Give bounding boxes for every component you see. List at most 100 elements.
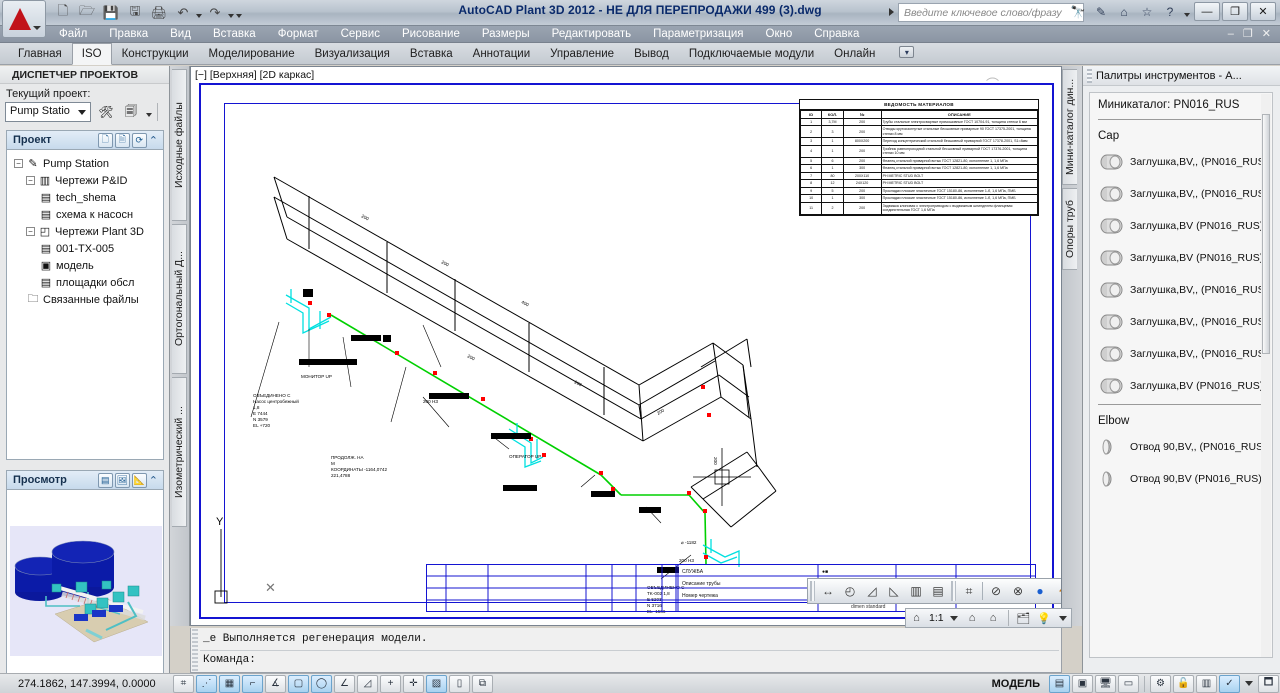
tree-node-001-tx-005[interactable]: ▤ 001-TX-005: [10, 240, 160, 257]
workspace-dropdown-icon[interactable]: [1059, 616, 1067, 621]
selection-cycling-icon[interactable]: ⧉: [472, 675, 493, 693]
menu-item-window[interactable]: Окно: [755, 26, 804, 43]
refresh-icon[interactable]: ⟳: [132, 133, 147, 148]
grid-display-icon[interactable]: ▦: [219, 675, 240, 693]
tree-node-shema-k-nasosn[interactable]: ▤ схема к насосн: [10, 206, 160, 223]
tab-output[interactable]: Вывод: [624, 43, 679, 65]
command-line-grip[interactable]: [192, 629, 198, 671]
object-snap-icon[interactable]: ▢: [288, 675, 309, 693]
add-drawing-icon[interactable]: 🗎: [115, 133, 130, 148]
list-item[interactable]: Заглушка,BV,, (PN016_RUS): [1090, 306, 1272, 338]
search-input[interactable]: Введите ключевое слово/фразу: [898, 3, 1084, 22]
list-item[interactable]: Заглушка,BV (PN016_RUS): [1090, 210, 1272, 242]
snap-mode-icon[interactable]: ⋰: [196, 675, 217, 693]
ortho-mode-icon[interactable]: ⌐: [242, 675, 263, 693]
open-icon[interactable]: 🗁: [76, 3, 98, 24]
annotation-visibility-icon[interactable]: ⌂: [962, 609, 983, 627]
save-as-icon[interactable]: 🖫: [124, 3, 146, 24]
model-layout-icon[interactable]: ▤: [1049, 675, 1070, 693]
details-view-icon[interactable]: ▤: [98, 473, 113, 488]
tab-insert[interactable]: Вставка: [400, 43, 463, 65]
clean-screen-icon[interactable]: 🗖: [1258, 675, 1279, 693]
help-dropdown-icon[interactable]: [1184, 13, 1190, 17]
status-dropdown-icon[interactable]: [1245, 681, 1253, 686]
tool-palettes-header[interactable]: Палитры инструментов - А...: [1083, 66, 1280, 86]
angular-dimension-icon[interactable]: ◿: [861, 580, 883, 602]
menu-item-edit[interactable]: Правка: [98, 26, 159, 43]
quick-view-drawings-icon[interactable]: 🖥: [1095, 675, 1116, 693]
list-item[interactable]: Заглушка,BV (PN016_RUS): [1090, 370, 1272, 402]
scroll-thumb[interactable]: [1262, 114, 1270, 354]
no-shade-icon[interactable]: ⊘: [985, 580, 1007, 602]
menu-item-format[interactable]: Формат: [267, 26, 330, 43]
current-project-select[interactable]: Pump Statio: [5, 102, 91, 122]
undo-dropdown-icon[interactable]: [196, 14, 202, 18]
tree-node-ploshchadki[interactable]: ▤ площадки обсл: [10, 274, 160, 291]
document-window-controls[interactable]: – ❐ ✕: [1228, 27, 1274, 40]
preview-view-icon[interactable]: 🖼: [115, 473, 130, 488]
tab-online[interactable]: Онлайн: [824, 43, 885, 65]
radial-dimension-icon[interactable]: ◴: [839, 580, 861, 602]
new-icon[interactable]: 🗋: [52, 3, 74, 24]
menu-item-dimension[interactable]: Размеры: [471, 26, 541, 43]
polar-tracking-icon[interactable]: ∡: [265, 675, 286, 693]
new-drawing-icon[interactable]: 🗋: [98, 133, 113, 148]
tree-node-tech-shema[interactable]: ▤ tech_shema: [10, 189, 160, 206]
hardware-accel-icon[interactable]: ▥: [1196, 675, 1217, 693]
linear-dimension-icon[interactable]: ↔: [817, 580, 839, 602]
communication-center-icon[interactable]: ✎: [1092, 3, 1110, 21]
list-item[interactable]: Заглушка,BV,, (PN016_RUS): [1090, 274, 1272, 306]
panel-grip[interactable]: [1087, 69, 1092, 83]
redo-dropdown-icon[interactable]: [228, 14, 234, 18]
hidden-shade-icon[interactable]: ⊗: [1007, 580, 1029, 602]
realistic-shade-icon[interactable]: ◓: [1051, 580, 1062, 602]
vtab-source-files[interactable]: Исходные файлы: [172, 69, 187, 221]
tab-visualization[interactable]: Визуализация: [305, 43, 400, 65]
tree-node-plant3d-drawings[interactable]: − ◰ Чертежи Plant 3D: [10, 223, 160, 240]
menu-item-tools[interactable]: Сервис: [330, 26, 391, 43]
close-button[interactable]: ✕: [1250, 2, 1276, 21]
list-item[interactable]: Заглушка,BV,, (PN016_RUS): [1090, 338, 1272, 370]
palette-scrollbar[interactable]: [1261, 94, 1271, 658]
project-setup-icon[interactable]: 🛠: [96, 103, 116, 122]
quick-view-layouts-icon[interactable]: ▣: [1072, 675, 1093, 693]
tree-node-related-files[interactable]: 🗀 Связанные файлы: [10, 291, 160, 308]
dimension-floating-toolbar[interactable]: ↔ ◴ ◿ ◺ ▥ ▤ ⌗ ⊘ ⊗ ● ◓ ◴: [807, 578, 1062, 604]
lightbulb-icon[interactable]: 💡: [1034, 609, 1055, 627]
tree-node-pid-drawings[interactable]: − ▥ Чертежи P&ID: [10, 172, 160, 189]
save-icon[interactable]: 💾: [100, 3, 122, 24]
tree-node-model[interactable]: ▣ модель: [10, 257, 160, 274]
quick-properties-icon[interactable]: ▯: [449, 675, 470, 693]
search-binoculars-icon[interactable]: 🔭: [1069, 3, 1087, 21]
annotation-monitor-icon[interactable]: ✓: [1219, 675, 1240, 693]
copy-project-dropdown-icon[interactable]: [146, 113, 152, 117]
search-expand-icon[interactable]: [889, 8, 894, 16]
tab-structures[interactable]: Конструкции: [112, 43, 199, 65]
expander-icon[interactable]: −: [14, 159, 23, 168]
minimize-button[interactable]: —: [1194, 2, 1220, 21]
lineweight-icon[interactable]: ✛: [403, 675, 424, 693]
menu-item-modify[interactable]: Редактировать: [541, 26, 642, 43]
model-space-label[interactable]: МОДЕЛЬ: [984, 678, 1048, 690]
command-prompt[interactable]: Команда:: [203, 654, 256, 666]
list-item[interactable]: Заглушка,BV (PN016_RUS): [1090, 242, 1272, 274]
tab-modeling[interactable]: Моделирование: [199, 43, 305, 65]
tab-plugins[interactable]: Подключаемые модули: [679, 43, 824, 65]
redo-icon[interactable]: ↷: [204, 3, 226, 24]
tab-annotations[interactable]: Аннотации: [463, 43, 540, 65]
copy-project-icon[interactable]: 🗐: [121, 103, 141, 122]
arc-dimension-icon[interactable]: ◺: [883, 580, 905, 602]
sign-in-icon[interactable]: ⌂: [1115, 3, 1133, 21]
toolbar-grip-2[interactable]: [951, 581, 956, 601]
dimension-style-icon[interactable]: ▤: [927, 580, 949, 602]
thumbnail-icon[interactable]: 📐: [132, 473, 147, 488]
workspace-switch-icon[interactable]: ⚙: [1150, 675, 1171, 693]
tab-home[interactable]: Главная: [8, 43, 72, 65]
menu-item-draw[interactable]: Рисование: [391, 26, 471, 43]
baseline-dimension-icon[interactable]: ▥: [905, 580, 927, 602]
object-snap-track-icon[interactable]: ∠: [334, 675, 355, 693]
toolbar-grip[interactable]: [810, 581, 815, 601]
help-icon[interactable]: ?: [1161, 3, 1179, 21]
expander-icon[interactable]: −: [26, 176, 35, 185]
infer-constraints-icon[interactable]: ⌗: [173, 675, 194, 693]
